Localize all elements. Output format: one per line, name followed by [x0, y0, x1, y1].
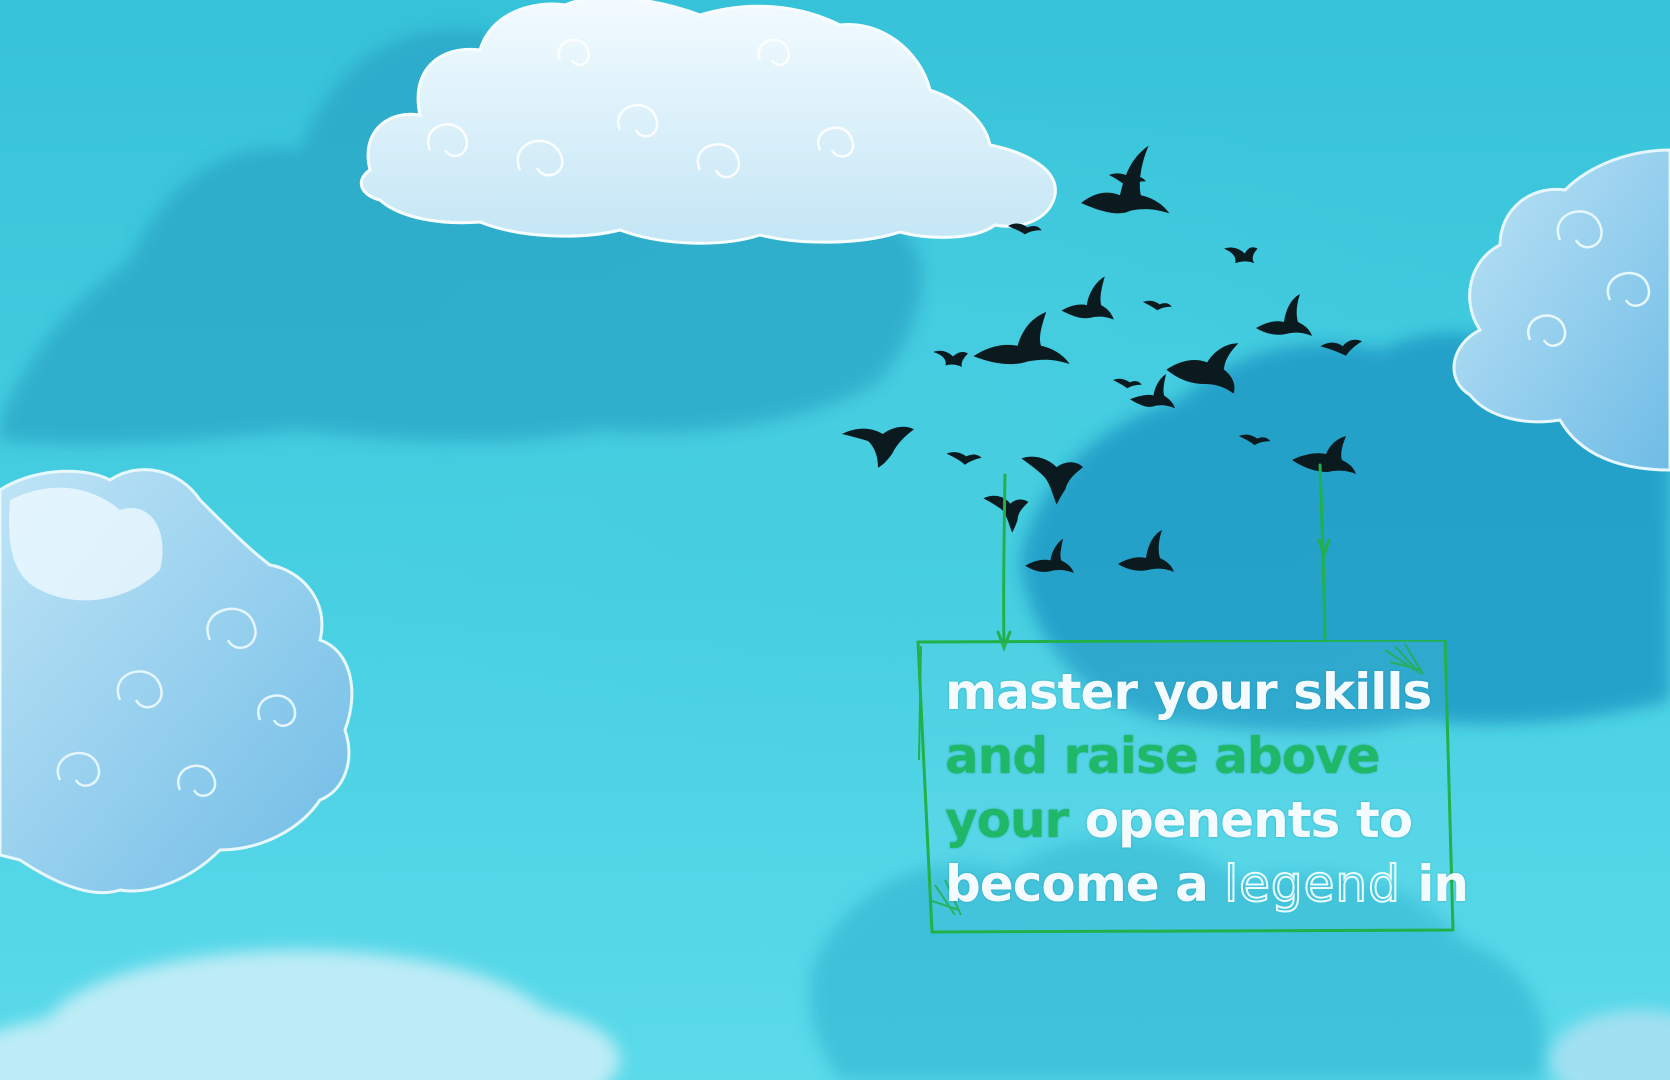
bird-icon [1130, 374, 1175, 409]
sign-line-3-green-text: your [945, 791, 1069, 849]
sign-message: master your skills and raise above your … [945, 660, 1505, 916]
sign-line-4-lead-text: become a [945, 855, 1209, 913]
sign-legend-word: legend [1223, 854, 1401, 914]
bird-icon [1224, 247, 1258, 264]
sign-line-3-white-text: openents to [1084, 791, 1413, 849]
bird-icon [1061, 276, 1114, 320]
sign-line-3: your openents to [945, 788, 1505, 852]
sign-line-4-tail-text: in [1417, 855, 1469, 913]
sign-line-4: become a legend in [945, 852, 1505, 916]
sign-line-2: and raise above [945, 724, 1505, 788]
bird-icon [973, 312, 1070, 365]
sign-line-2-text: and raise above [945, 727, 1381, 785]
bird-icon [1143, 300, 1172, 311]
bird-icon [1256, 294, 1312, 336]
sign-line-1-text: master your skills [945, 663, 1432, 721]
bird-icon [933, 350, 968, 367]
blurred-cloud-bottom-left [0, 950, 620, 1080]
bird-icon [842, 426, 914, 468]
white-cloud-left [0, 468, 354, 895]
game-scene: master your skills and raise above your … [0, 0, 1670, 1080]
bird-icon [946, 452, 982, 465]
sign-line-1: master your skills [945, 660, 1505, 724]
bird-icon [1113, 378, 1142, 389]
blurred-cloud-bottom-right [1550, 1010, 1670, 1080]
